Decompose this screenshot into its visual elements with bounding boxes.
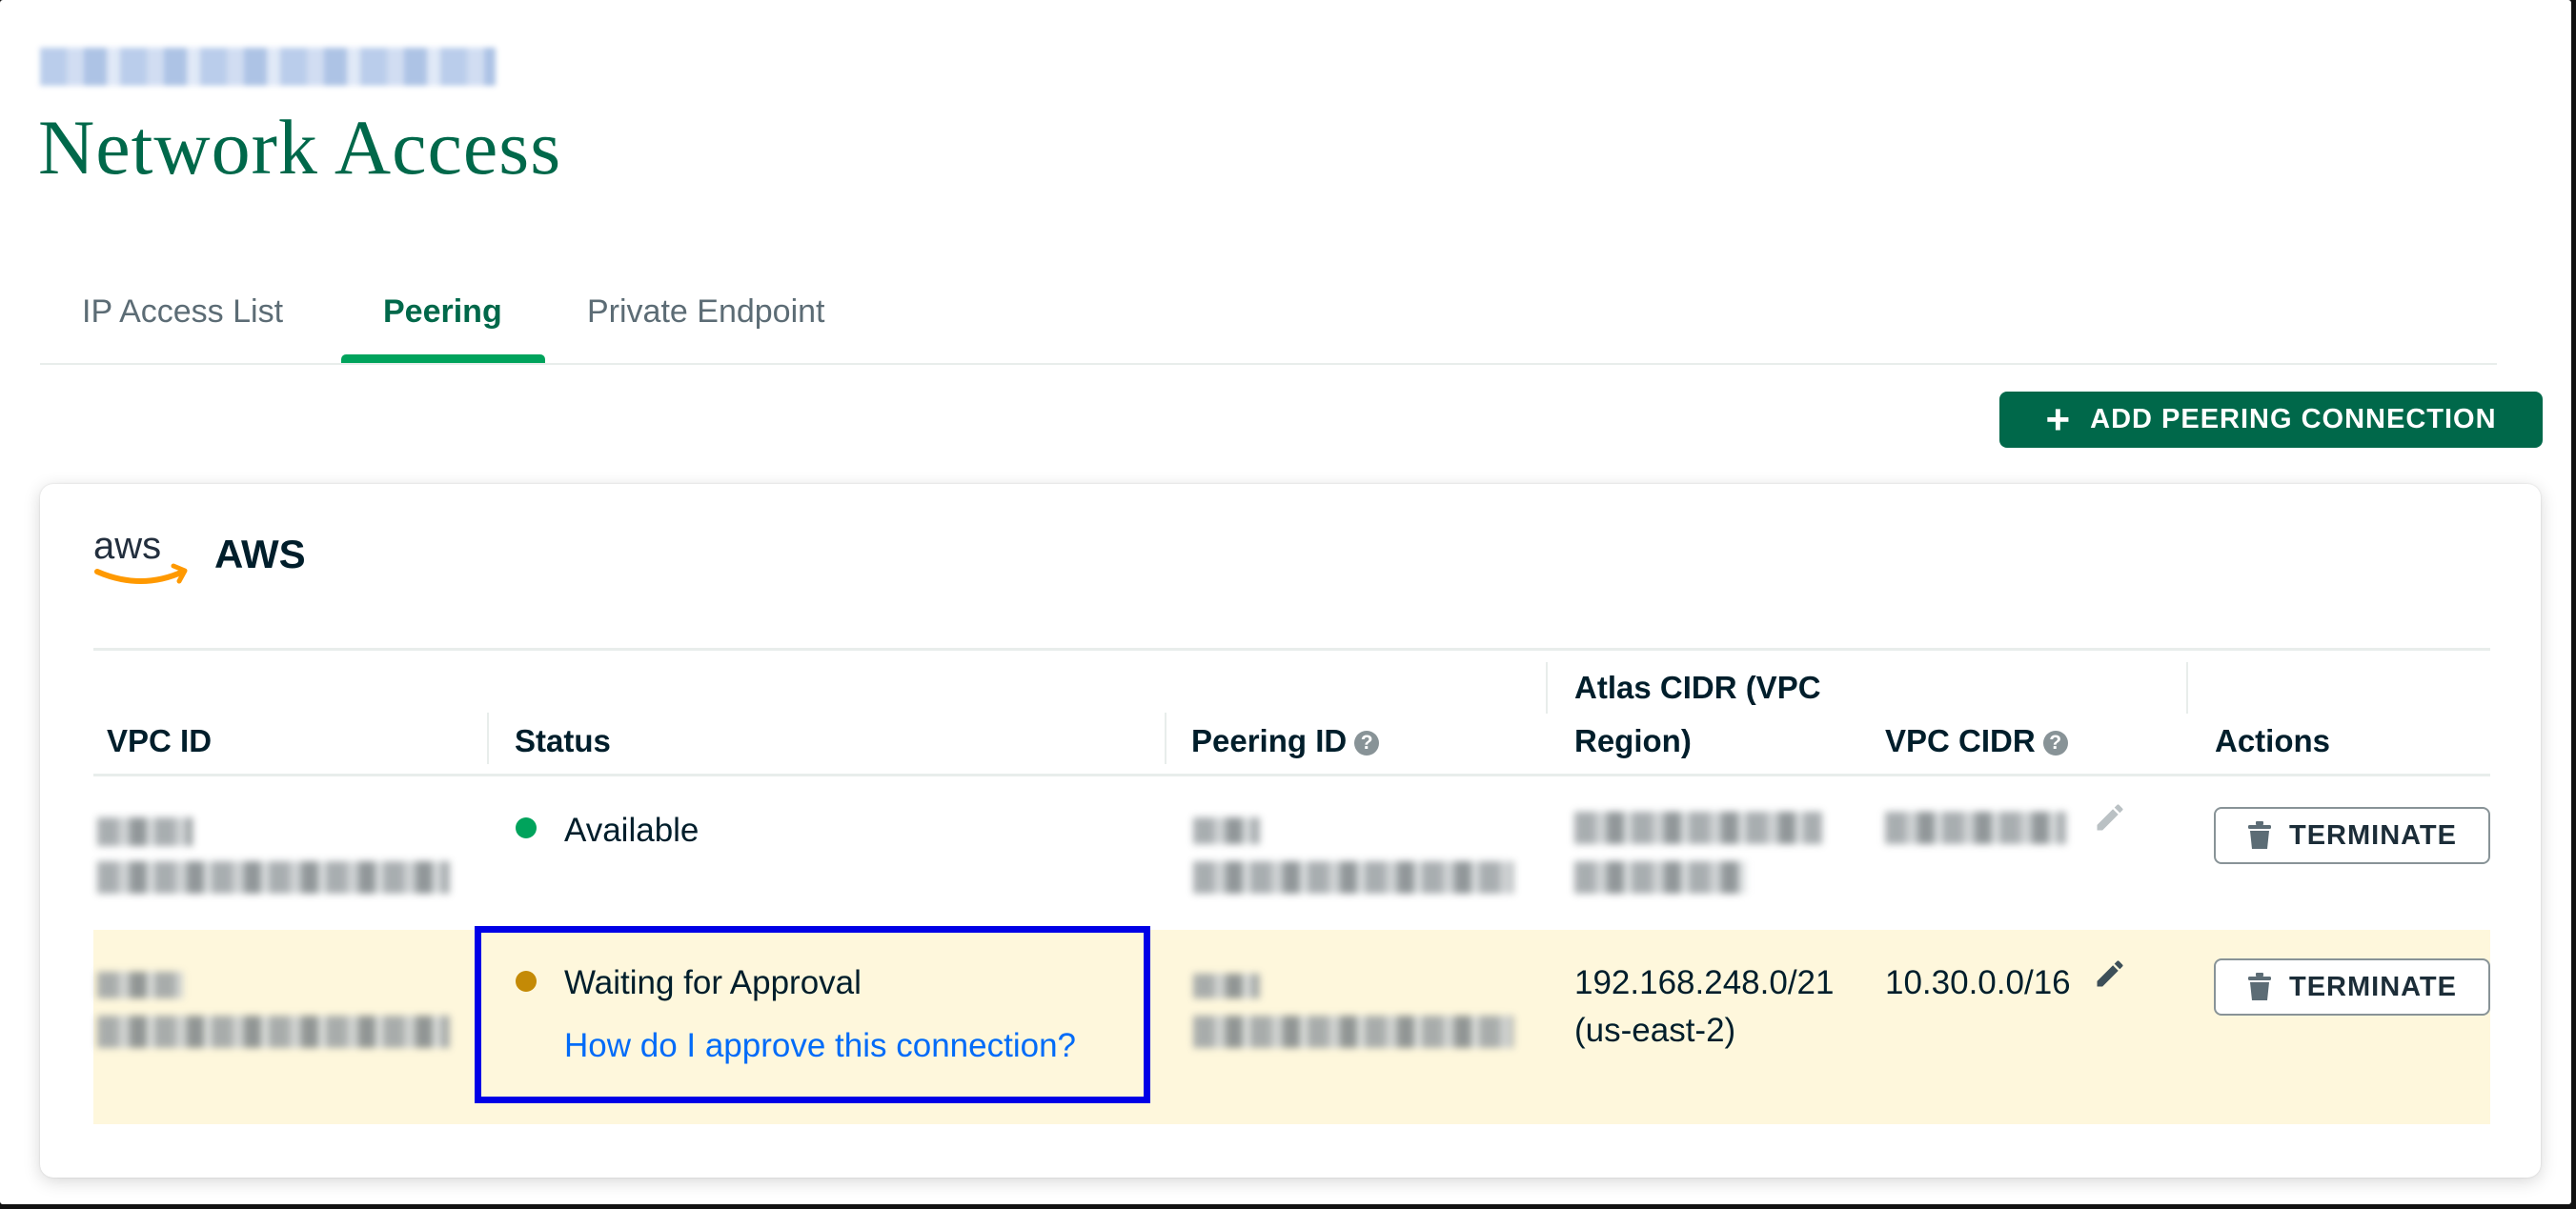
vpc-cidr-value: 10.30.0.0/16 [1885,964,2071,1001]
column-header-vpc-id: VPC ID [107,723,213,758]
add-peering-connection-label: ADD PEERING CONNECTION [2090,404,2497,434]
vpc-id-redacted [97,1016,450,1048]
column-header-vpc-cidr: VPC CIDR? [1885,716,2068,766]
atlas-cidr-redacted [1574,812,1822,844]
card-header-divider [93,648,2490,651]
help-icon[interactable]: ? [2042,731,2068,756]
peering-id-redacted [1193,974,1260,998]
terminate-button[interactable]: TERMINATE [2214,807,2490,864]
pencil-icon[interactable] [2093,800,2127,835]
peering-id-label: Peering ID [1191,723,1348,758]
peering-id-redacted [1193,817,1260,844]
tabs-divider [40,363,2497,365]
column-header-peering-id: Peering ID? [1191,716,1380,766]
terminate-label: TERMINATE [2288,819,2457,851]
active-tab-indicator [341,354,545,363]
aws-logo-text: aws [93,525,161,567]
breadcrumb-redacted[interactable] [40,48,496,86]
column-divider [487,713,489,764]
column-header-atlas-cidr-line2: Region) [1574,723,1692,758]
column-header-atlas-cidr-line1: Atlas CIDR (VPC [1574,670,1821,705]
column-divider [1546,662,1548,714]
aws-logo-icon: aws [93,525,188,584]
vpc-id-redacted [97,861,450,894]
plus-icon: + [2045,395,2072,443]
pencil-icon[interactable] [2093,957,2127,991]
atlas-cidr-region: (us-east-2) [1574,1012,1736,1049]
atlas-cidr-value: 192.168.248.0/21 [1574,964,1835,1001]
trash-icon [2247,973,2271,1000]
trash-icon [2247,821,2271,849]
help-icon[interactable]: ? [1354,731,1380,756]
column-divider [2186,662,2188,714]
column-header-status: Status [515,723,611,758]
tab-peering[interactable]: Peering [383,276,502,347]
column-header-actions: Actions [2215,723,2331,758]
atlas-cidr-redacted [1574,861,1746,894]
peering-id-redacted [1193,861,1513,894]
vpc-id-redacted [97,817,193,846]
status-dot-icon [516,817,537,838]
provider-name: AWS [214,532,306,576]
vpc-id-redacted [97,972,183,998]
peering-id-redacted [1193,1016,1513,1048]
annotation-highlight-box [475,926,1150,1103]
terminate-label: TERMINATE [2288,971,2457,1002]
add-peering-connection-button[interactable]: + ADD PEERING CONNECTION [1999,392,2543,448]
vpc-cidr-label: VPC CIDR [1885,723,2036,758]
column-divider [1165,713,1166,764]
table-header-divider [93,774,2490,776]
terminate-button[interactable]: TERMINATE [2214,958,2490,1016]
status-text: Available [564,812,700,849]
page: Network Access IP Access List Peering Pr… [0,0,2571,1204]
vpc-cidr-redacted [1885,812,2066,844]
tab-ip-access-list[interactable]: IP Access List [82,276,283,347]
page-title: Network Access [38,104,562,191]
tab-private-endpoint[interactable]: Private Endpoint [587,276,825,347]
